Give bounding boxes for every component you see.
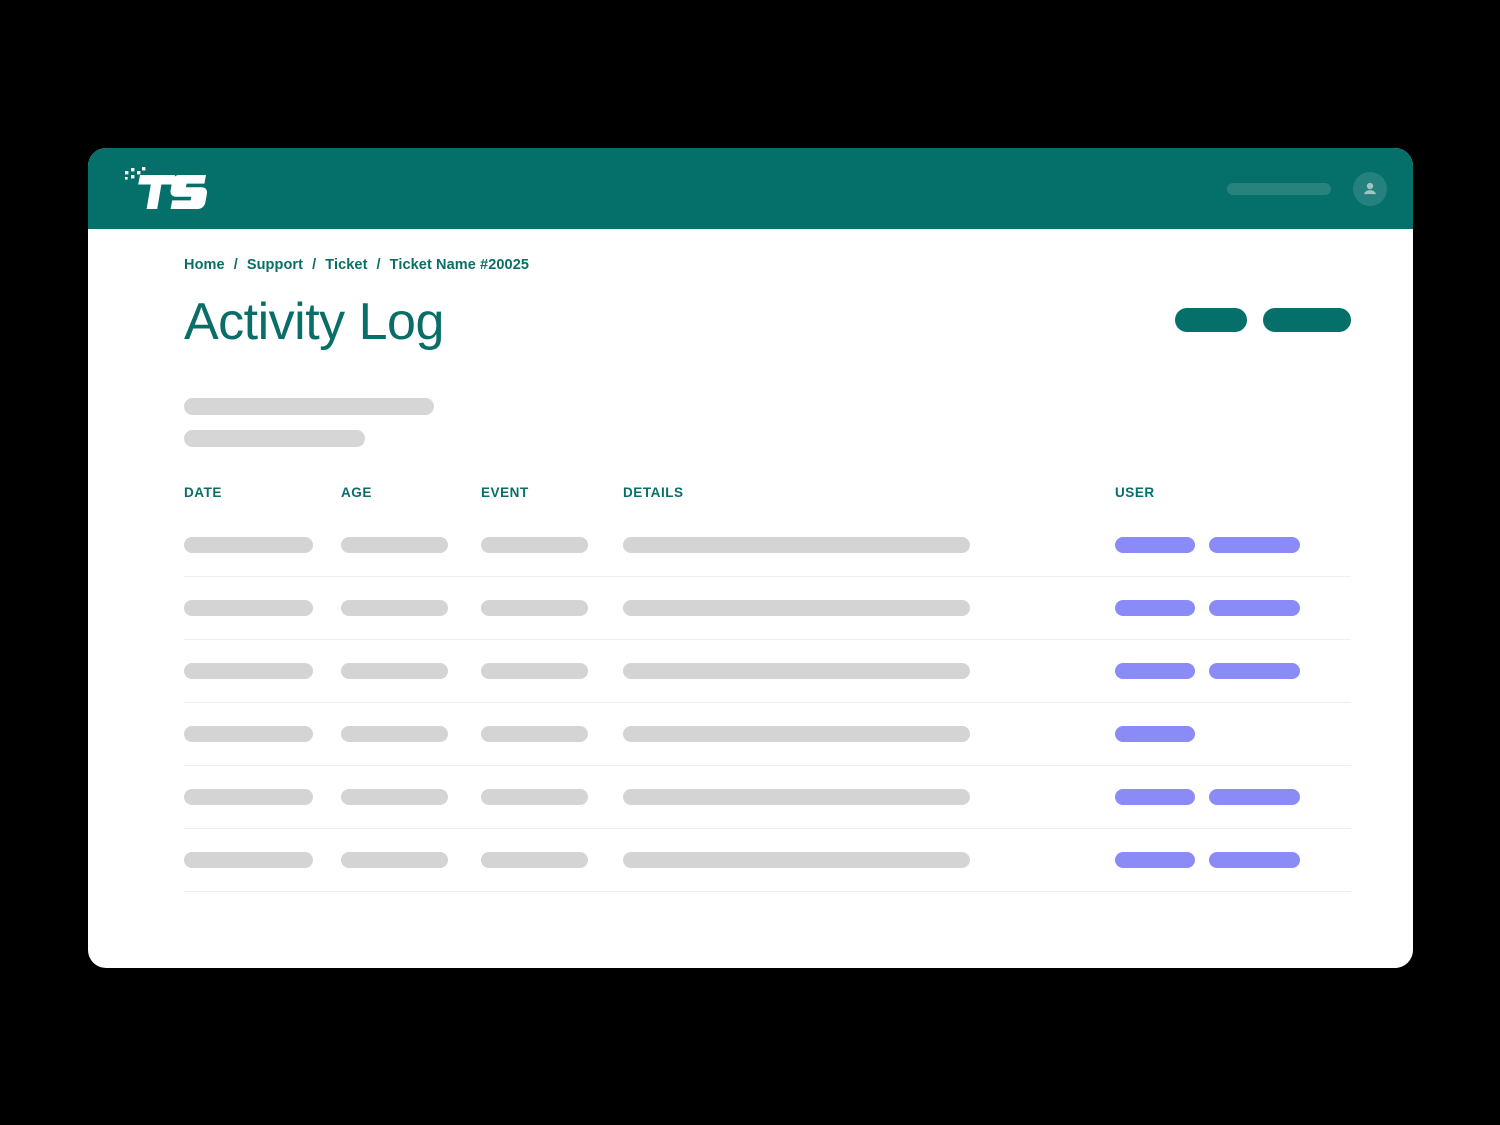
secondary-action-button[interactable] — [1263, 308, 1351, 332]
primary-action-button[interactable] — [1175, 308, 1247, 332]
breadcrumb-item-support[interactable]: Support — [247, 257, 303, 273]
cell-date — [184, 537, 313, 553]
column-header-details[interactable]: DETAILS — [623, 485, 1115, 500]
cell-date — [184, 726, 313, 742]
breadcrumb-item-ticket[interactable]: Ticket — [325, 257, 367, 273]
cell-details — [623, 537, 970, 553]
summary-placeholder — [184, 398, 1351, 447]
column-header-user[interactable]: USER — [1115, 485, 1351, 500]
breadcrumb-item-current: Ticket Name #20025 — [390, 257, 529, 273]
summary-line-2 — [184, 430, 365, 447]
table-row[interactable] — [184, 640, 1351, 703]
breadcrumb: Home / Support / Ticket / Ticket Name #2… — [184, 257, 1351, 273]
user-avatar[interactable] — [1353, 172, 1387, 206]
person-icon — [1360, 179, 1380, 199]
cell-age — [341, 852, 448, 868]
page-title-row: Activity Log — [184, 295, 1351, 350]
app-window-card: Home / Support / Ticket / Ticket Name #2… — [88, 148, 1413, 968]
breadcrumb-separator: / — [377, 257, 381, 273]
cell-date — [184, 663, 313, 679]
user-badge[interactable] — [1209, 600, 1300, 616]
user-badge[interactable] — [1209, 852, 1300, 868]
cell-user — [1115, 663, 1351, 679]
cell-user — [1115, 537, 1351, 553]
table-row[interactable] — [184, 514, 1351, 577]
cell-date — [184, 600, 313, 616]
table-header-row: DATE AGE EVENT DETAILS USER — [184, 485, 1351, 514]
user-badge[interactable] — [1209, 663, 1300, 679]
breadcrumb-separator: / — [234, 257, 238, 273]
user-badge[interactable] — [1209, 789, 1300, 805]
cell-age — [341, 726, 448, 742]
cell-details — [623, 663, 970, 679]
app-header-bar — [88, 148, 1413, 229]
cell-age — [341, 789, 448, 805]
user-badge[interactable] — [1115, 537, 1195, 553]
user-badge[interactable] — [1115, 663, 1195, 679]
cell-event — [481, 663, 588, 679]
page-title: Activity Log — [184, 295, 444, 350]
cell-event — [481, 852, 588, 868]
cell-event — [481, 726, 588, 742]
cell-details — [623, 600, 970, 616]
cell-details — [623, 852, 970, 868]
cell-event — [481, 537, 588, 553]
cell-event — [481, 600, 588, 616]
activity-log-table: DATE AGE EVENT DETAILS USER — [184, 485, 1351, 892]
summary-line-1 — [184, 398, 434, 415]
cell-age — [341, 663, 448, 679]
table-row[interactable] — [184, 766, 1351, 829]
cell-age — [341, 537, 448, 553]
user-badge[interactable] — [1115, 789, 1195, 805]
cell-date — [184, 852, 313, 868]
cell-details — [623, 726, 970, 742]
header-nav-placeholder[interactable] — [1227, 183, 1331, 195]
table-row[interactable] — [184, 829, 1351, 892]
user-badge[interactable] — [1115, 600, 1195, 616]
cell-age — [341, 600, 448, 616]
cell-date — [184, 789, 313, 805]
user-badge[interactable] — [1115, 726, 1195, 742]
cell-user — [1115, 726, 1351, 742]
column-header-event[interactable]: EVENT — [481, 485, 623, 500]
breadcrumb-item-home[interactable]: Home — [184, 257, 225, 273]
breadcrumb-separator: / — [312, 257, 316, 273]
screenshot-stage: Home / Support / Ticket / Ticket Name #2… — [0, 0, 1500, 1125]
user-badge[interactable] — [1209, 537, 1300, 553]
column-header-date[interactable]: DATE — [184, 485, 341, 500]
cell-user — [1115, 852, 1351, 868]
table-row[interactable] — [184, 703, 1351, 766]
page-action-buttons — [1175, 308, 1351, 336]
page-content: Home / Support / Ticket / Ticket Name #2… — [88, 229, 1413, 892]
cell-details — [623, 789, 970, 805]
cell-event — [481, 789, 588, 805]
cell-user — [1115, 600, 1351, 616]
cell-user — [1115, 789, 1351, 805]
user-badge[interactable] — [1115, 852, 1195, 868]
ts-logo-icon[interactable] — [122, 164, 208, 214]
table-row[interactable] — [184, 577, 1351, 640]
column-header-age[interactable]: AGE — [341, 485, 481, 500]
header-right-group — [1227, 172, 1387, 206]
